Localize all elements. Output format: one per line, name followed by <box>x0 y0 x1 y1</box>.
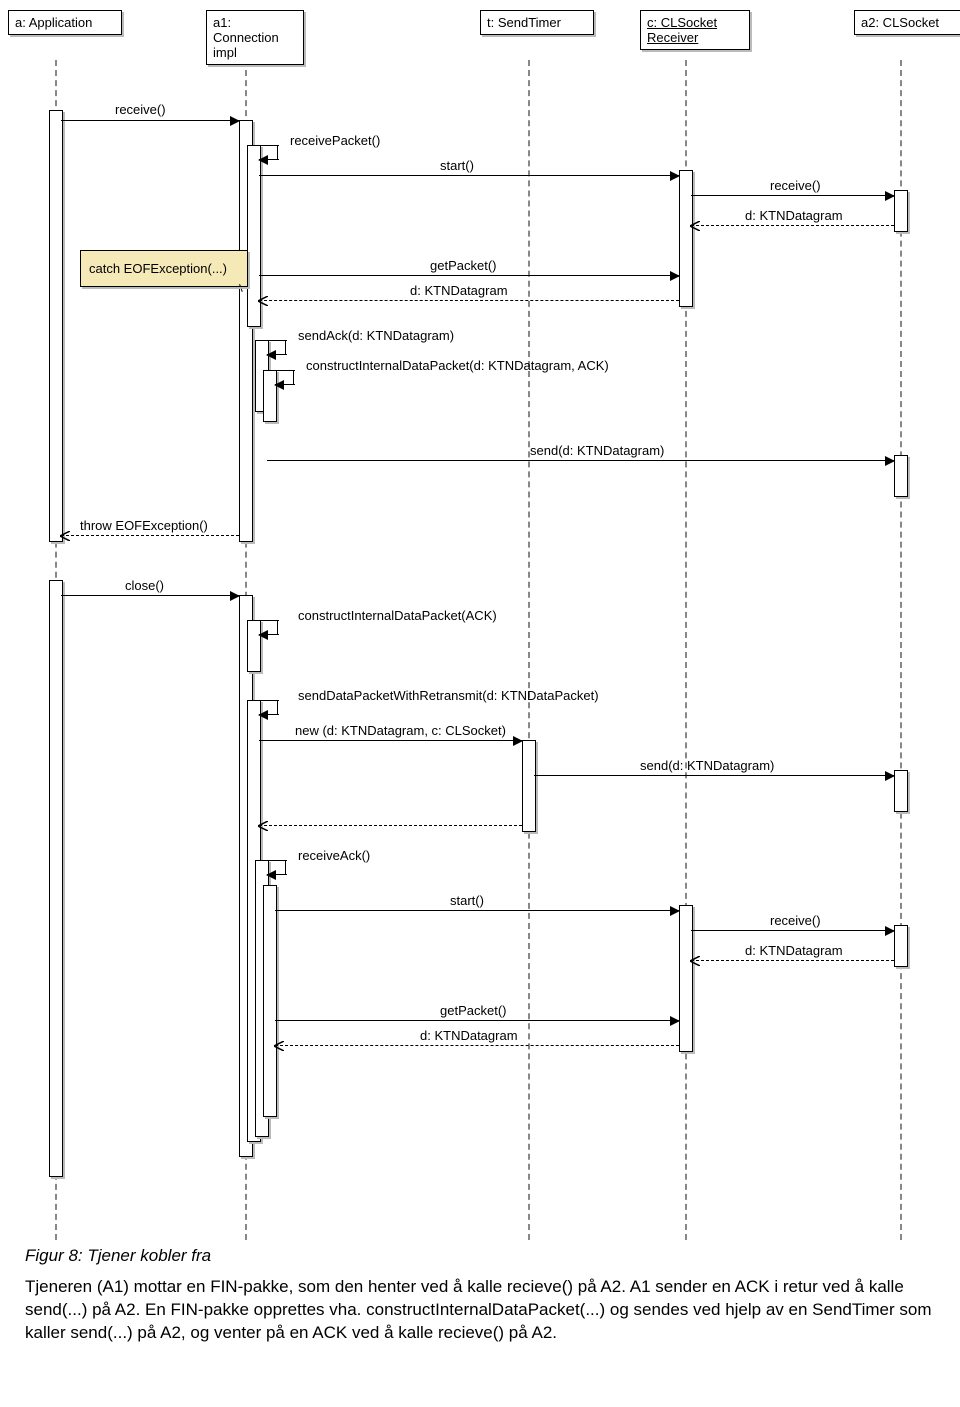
msg-label: close() <box>125 578 164 593</box>
participant-label: a1: <box>213 15 231 30</box>
msg-throw-eof <box>61 535 239 536</box>
msg-label: constructInternalDataPacket(d: KTNDatagr… <box>306 358 609 373</box>
activation-sock-1 <box>894 190 908 232</box>
participant-sendtimer: t: SendTimer <box>480 10 594 35</box>
msg-receiveAck <box>267 874 287 875</box>
msg-label: d: KTNDatagram <box>410 283 508 298</box>
msg-label: d: KTNDatagram <box>420 1028 518 1043</box>
lifeline-timer <box>528 60 530 1240</box>
participant-label: Receiver <box>647 30 698 45</box>
participant-application: a: Application <box>8 10 122 35</box>
lifeline-sock <box>900 60 902 1240</box>
activation-conn-2e <box>263 885 277 1117</box>
note-eof: catch EOFException(...) <box>80 250 248 287</box>
participant-label: Connection <box>213 30 279 45</box>
activation-sock-3 <box>894 770 908 812</box>
msg-datagram-1 <box>691 225 894 226</box>
msg-label: new (d: KTNDatagram, c: CLSocket) <box>295 723 506 738</box>
description-paragraph: Tjeneren (A1) mottar en FIN-pakke, som d… <box>25 1276 935 1345</box>
msg-receive <box>61 120 239 121</box>
activation-sock-2 <box>894 455 908 497</box>
participant-label: a: Application <box>15 15 92 30</box>
participant-label: impl <box>213 45 237 60</box>
msg-label: getPacket() <box>430 258 496 273</box>
activation-app-1 <box>49 110 63 542</box>
msg-label: receive() <box>770 913 821 928</box>
msg-label: throw EOFException() <box>80 518 208 533</box>
participant-clsocket: a2: CLSocket <box>854 10 960 35</box>
activation-recv-2 <box>679 905 693 1052</box>
msg-constructIDP-1 <box>275 384 295 385</box>
note-text: catch EOFException(...) <box>89 261 227 276</box>
sequence-diagram: a: Application a1: Connection impl t: Se… <box>0 0 960 1240</box>
msg-label: receiveAck() <box>298 848 370 863</box>
msg-send-2 <box>534 775 894 776</box>
participant-label: c: CLSocket <box>647 15 717 30</box>
msg-label: receivePacket() <box>290 133 380 148</box>
activation-conn-2b <box>247 620 261 672</box>
msg-sendAck <box>267 354 287 355</box>
msg-timer-return <box>259 825 522 826</box>
activation-sock-4 <box>894 925 908 967</box>
msg-label: send(d: KTNDatagram) <box>530 443 664 458</box>
activation-conn-1d <box>263 370 277 422</box>
msg-label: receive() <box>770 178 821 193</box>
msg-datagram-4 <box>275 1045 679 1046</box>
participant-clsocket-receiver: c: CLSocket Receiver <box>640 10 750 50</box>
msg-label: getPacket() <box>440 1003 506 1018</box>
msg-send-1 <box>267 460 894 461</box>
msg-start-2 <box>275 910 679 911</box>
msg-sendDataPacketWithRetransmit <box>259 714 279 715</box>
msg-label: send(d: KTNDatagram) <box>640 758 774 773</box>
msg-label: d: KTNDatagram <box>745 208 843 223</box>
msg-getPacket-1 <box>259 275 679 276</box>
participant-connection: a1: Connection impl <box>206 10 304 65</box>
figure-caption: Figur 8: Tjener kobler fra <box>25 1246 935 1266</box>
msg-label: receive() <box>115 102 166 117</box>
msg-constructIDP-2 <box>259 634 279 635</box>
msg-new-timer <box>259 740 522 741</box>
msg-label: start() <box>440 158 474 173</box>
msg-receive-2 <box>691 195 894 196</box>
msg-label: start() <box>450 893 484 908</box>
activation-recv-1 <box>679 170 693 307</box>
msg-close <box>61 595 239 596</box>
msg-label: d: KTNDatagram <box>745 943 843 958</box>
msg-label: constructInternalDataPacket(ACK) <box>298 608 497 623</box>
msg-datagram-2 <box>259 300 679 301</box>
msg-receivePacket <box>259 145 279 146</box>
msg-receivePacket-ret <box>259 159 279 160</box>
msg-label: sendAck(d: KTNDatagram) <box>298 328 454 343</box>
participant-label: t: SendTimer <box>487 15 561 30</box>
activation-app-2 <box>49 580 63 1177</box>
participant-label: a2: CLSocket <box>861 15 939 30</box>
msg-start-1 <box>259 175 679 176</box>
activation-timer-1 <box>522 740 536 832</box>
msg-datagram-3 <box>691 960 894 961</box>
msg-getPacket-2 <box>275 1020 679 1021</box>
msg-receive-3 <box>691 930 894 931</box>
msg-label: sendDataPacketWithRetransmit(d: KTNDataP… <box>298 688 599 703</box>
